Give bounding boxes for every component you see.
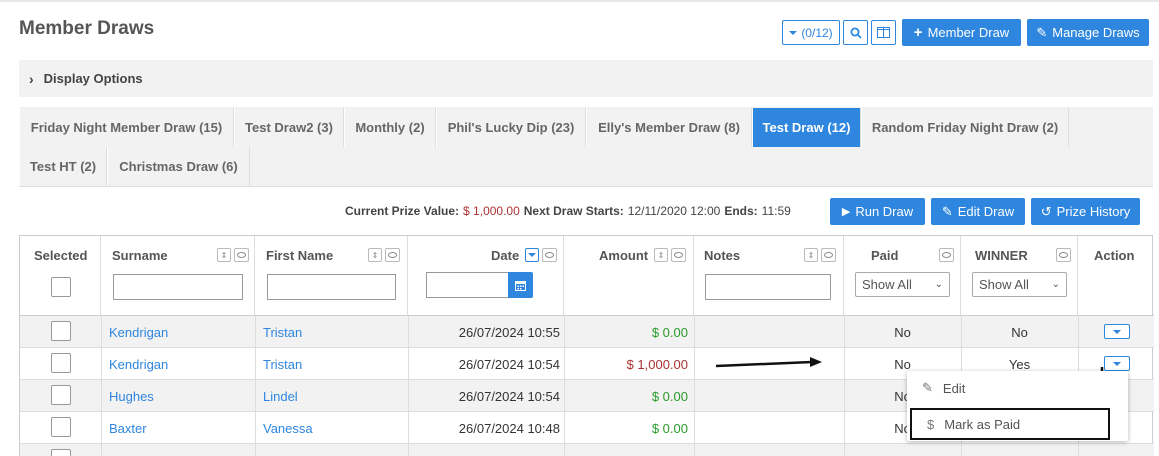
row-action-menu: ✎ Edit $ Mark as Paid	[907, 371, 1128, 441]
menu-item-edit[interactable]: ✎ Edit	[907, 374, 1128, 402]
menu-item-edit-label: Edit	[942, 380, 966, 396]
pencil-icon: ✎	[922, 380, 933, 395]
annotation-arrow-horizontal	[715, 360, 813, 368]
annotation-arrowhead	[810, 357, 822, 367]
menu-item-mark-as-paid-label: Mark as Paid	[944, 416, 1021, 432]
menu-item-mark-as-paid[interactable]: $ Mark as Paid	[910, 408, 1110, 440]
dollar-icon: $	[927, 416, 935, 432]
